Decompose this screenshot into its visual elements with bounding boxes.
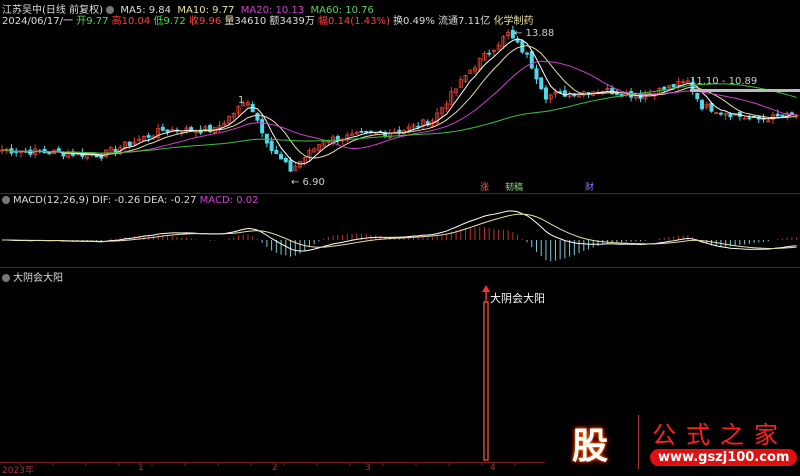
candle-down xyxy=(638,94,643,99)
candle-down xyxy=(525,52,530,55)
candle-down xyxy=(718,112,723,115)
candle-down xyxy=(416,125,421,128)
candle-down xyxy=(775,113,780,117)
axis-label: 4 xyxy=(490,463,496,473)
dea-value: DEA: -0.27 xyxy=(143,195,197,206)
watermark-logo: 股 公式之家 www.gszj100.com xyxy=(564,413,798,471)
axis-label: 2023年 xyxy=(2,466,34,476)
divider xyxy=(0,193,800,194)
candle-down xyxy=(700,99,705,110)
macd-title: MACD(12,26,9) xyxy=(13,195,89,206)
candle-down xyxy=(529,51,534,69)
candle-down xyxy=(728,113,733,118)
ma20-line xyxy=(1,60,797,154)
dea-line xyxy=(1,213,797,249)
candle-down xyxy=(572,94,577,97)
axis-label: 2 xyxy=(272,463,278,473)
range-label: 11.10 - 10.89 xyxy=(690,76,757,87)
candle-down xyxy=(264,133,269,144)
ma10-line xyxy=(1,45,797,159)
macd-header: MACD(12,26,9) DIF: -0.26 DEA: -0.27 MACD… xyxy=(2,195,258,206)
logo-name: 公式之家 xyxy=(652,421,788,449)
dif-value: DIF: -0.26 xyxy=(92,195,141,206)
macd-value: MACD: 0.02 xyxy=(199,195,259,206)
divider xyxy=(0,267,800,268)
signal-label: 大阴会大阳 xyxy=(490,292,545,305)
ma5-line xyxy=(1,38,797,165)
candle-down xyxy=(279,154,284,160)
dropdown-icon[interactable] xyxy=(2,274,10,282)
candle-down xyxy=(397,129,402,133)
candle-down xyxy=(269,140,274,151)
candle-down xyxy=(534,68,539,80)
candle-down xyxy=(695,92,700,100)
indicator-title: 大阴会大阳 xyxy=(13,273,63,284)
candle-down xyxy=(359,130,364,133)
indicator-header: 大阴会大阳 xyxy=(2,269,63,284)
arrow-up-icon xyxy=(482,285,490,292)
ma60-line xyxy=(1,83,797,154)
candle-down xyxy=(160,126,165,131)
dropdown-icon[interactable] xyxy=(2,196,10,204)
event-marker: 韧稿 xyxy=(505,181,523,193)
event-marker: 涨 xyxy=(480,182,489,193)
candle-down xyxy=(364,130,369,133)
candle-down xyxy=(543,87,548,100)
candle-down xyxy=(255,113,260,121)
candle-down xyxy=(113,148,118,153)
candle-down xyxy=(747,117,752,120)
axis-label: 1 xyxy=(138,463,144,473)
candle-down xyxy=(127,141,132,146)
candle-down xyxy=(260,119,265,134)
candle-down xyxy=(283,158,288,163)
logo-divider xyxy=(638,415,639,469)
candle-down xyxy=(165,129,170,133)
candle-down xyxy=(539,77,544,90)
logo-url: www.gszj100.com xyxy=(650,449,798,466)
low-price-label: ← 6.90 xyxy=(291,177,325,188)
candle-down xyxy=(487,52,492,55)
candle-down xyxy=(789,112,794,115)
candle-down xyxy=(146,135,151,138)
kline-chart[interactable]: ← 13.88 ← 6.90 11.10 - 10.89 1 涨 韧稿 财 xyxy=(0,0,800,473)
candle-down xyxy=(274,149,279,155)
candle-down xyxy=(780,114,785,117)
signal-bar xyxy=(483,301,489,461)
axis-label: 3 xyxy=(365,463,371,473)
candle-down xyxy=(288,159,293,172)
high-price-label: ← 13.88 xyxy=(514,28,554,39)
range-bar xyxy=(690,89,800,92)
marker-label: 1 xyxy=(238,95,244,106)
candle-down xyxy=(671,84,676,88)
event-marker: 财 xyxy=(585,181,594,193)
candle-down xyxy=(662,86,667,90)
logo-char: 股 xyxy=(572,426,609,467)
dif-line xyxy=(1,210,797,252)
